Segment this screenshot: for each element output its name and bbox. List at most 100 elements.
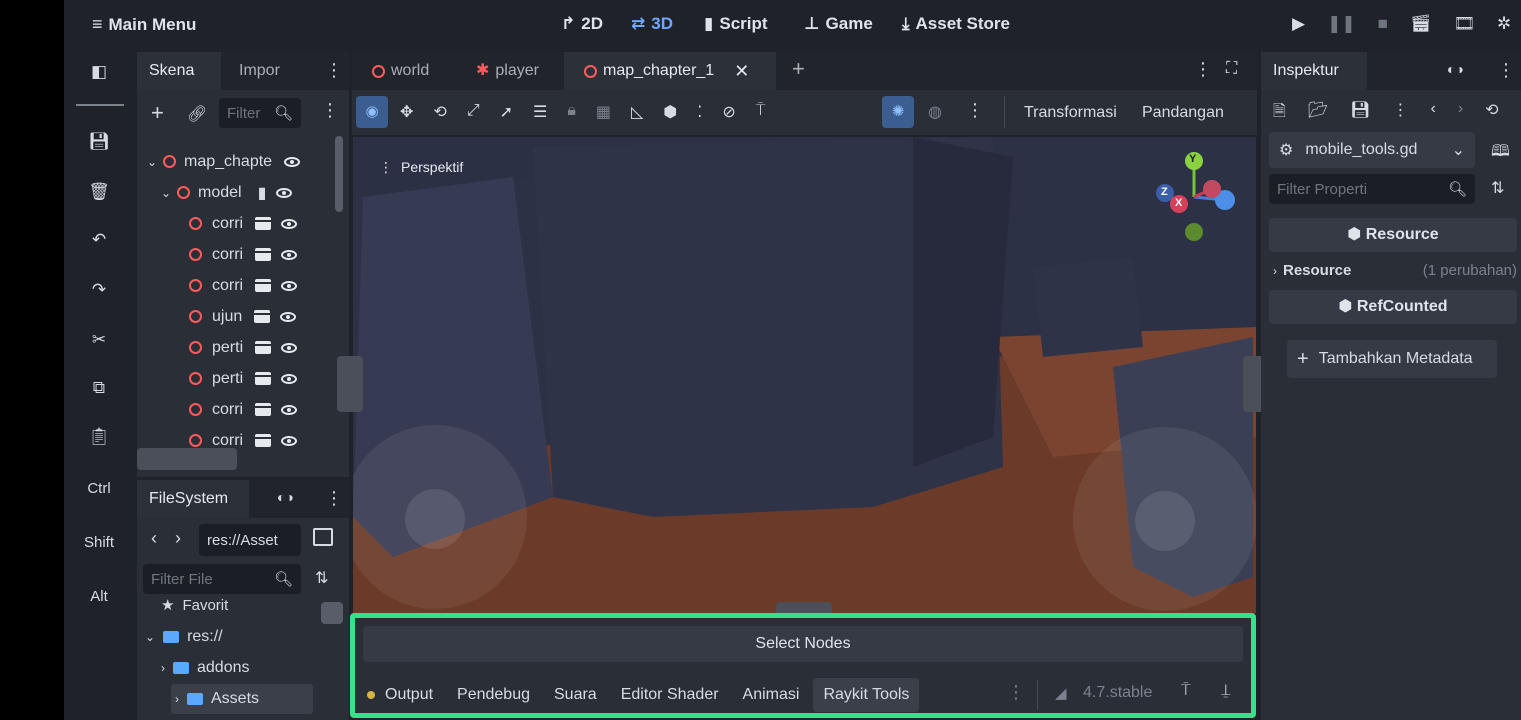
left-splitter-handle[interactable] [337,356,363,412]
ctrl-key[interactable]: Ctrl [64,480,134,497]
tree-row[interactable]: ujun [189,301,297,332]
shift-key[interactable]: Shift [64,534,134,551]
forward-icon[interactable]: › [175,528,181,549]
visibility-eye-icon[interactable] [281,218,298,229]
tab-filesystem[interactable]: FileSystem [137,480,249,518]
bottom-menu-icon[interactable]: ⋮ [1007,682,1025,703]
tabs-menu-icon[interactable]: ⋮ [1194,59,1212,80]
tab-map-chapter-1[interactable]: map_chapter_1 ✕ [564,52,776,90]
tab-shader-editor[interactable]: Editor Shader [621,686,719,704]
scene-menu-icon[interactable]: ⋮ [321,100,339,121]
perspective-menu[interactable]: ⋮ Perspektif [379,159,463,176]
lock-icon[interactable]: 🔒︎ [567,102,576,122]
new-resource-icon[interactable]: 🗎︎ [1273,100,1286,127]
visibility-eye-icon[interactable] [284,156,301,167]
instanced-scene-icon[interactable] [255,434,272,447]
select-mode-icon[interactable]: ◉ [356,96,388,128]
history-back-icon[interactable]: ‹ [1431,100,1436,127]
view-menu[interactable]: Pandangan [1142,104,1224,122]
tab-animation[interactable]: Animasi [743,686,800,704]
redo-icon[interactable]: ↷ [64,280,134,300]
open-folder-icon[interactable]: 📂︎ [1308,100,1328,127]
select-list-icon[interactable]: ➚ [500,102,513,122]
ruler-icon[interactable]: ◺ [631,102,643,122]
cut-icon[interactable]: ✂ [64,330,134,350]
move-icon[interactable]: ✥ [400,102,413,122]
instanced-scene-icon[interactable] [255,341,272,354]
close-icon[interactable]: ✕ [734,52,749,90]
delete-icon[interactable]: 🗑︎ [64,182,134,202]
pin-panel-icon[interactable]: ⍊ [1221,682,1231,700]
view-3d-button[interactable]: ⇄ 3D [631,14,673,34]
save-resource-icon[interactable]: 💾︎ [1350,100,1370,127]
tab-player[interactable]: ✱ player [464,52,551,90]
property-sort-icon[interactable]: ⇅ [1491,178,1504,198]
inspector-tab-menu-icon[interactable]: ⋮ [1497,60,1515,81]
new-tab-icon[interactable]: + [792,56,805,82]
sun-preview-icon[interactable]: ⊘ [722,102,735,122]
resource-menu-icon[interactable]: ⋮ [1393,100,1409,127]
pin-icon[interactable]: ⍑ [756,102,766,122]
transform-menu[interactable]: Transformasi [1024,104,1117,122]
play-icon[interactable]: ▶ [1292,14,1305,34]
tab-audio[interactable]: Suara [554,686,597,704]
tree-row[interactable]: ⌄ map_chapte [147,146,301,177]
instanced-scene-icon[interactable] [255,403,272,416]
split-view-icon[interactable] [313,528,333,546]
movie-maker-icon[interactable]: ✲ [1497,14,1511,34]
path-field[interactable]: res://Asset [199,524,301,556]
visibility-eye-icon[interactable] [281,280,298,291]
rotate-icon[interactable]: ⟲ [433,102,446,122]
visibility-eye-icon[interactable] [281,404,298,415]
instanced-scene-icon[interactable] [255,372,272,385]
view-script-button[interactable]: ▮ Script [704,14,768,34]
nav-arrows-icon[interactable]: ◐◑ [277,489,294,505]
environment-toggle-icon[interactable]: ✺ [882,96,914,128]
tab-debugger[interactable]: Pendebug [457,686,530,704]
scene-scrollbar[interactable] [335,136,343,212]
instanced-scene-icon[interactable] [254,310,271,323]
paste-icon[interactable]: 📋︎ [64,427,134,447]
alt-key[interactable]: Alt [64,588,134,605]
play-scene-icon[interactable]: 🎬︎ [1410,14,1432,34]
tree-row[interactable]: corri [189,208,298,239]
back-icon[interactable]: ‹ [151,528,157,549]
sort-icon[interactable]: ⇅ [315,568,328,588]
favorites-row[interactable]: ★ Favorit [161,596,228,615]
tree-row[interactable]: perti [189,363,298,394]
visibility-eye-icon[interactable] [280,311,297,322]
tab-world[interactable]: world [360,52,441,90]
snap-icon[interactable]: ⁚ [697,102,702,122]
scene-hscrollbar[interactable] [137,448,237,470]
instanced-scene-icon[interactable] [255,248,272,261]
fs-row-res[interactable]: ⌄ res:// [145,628,223,646]
link-icon[interactable]: 🔗︎ [187,104,207,124]
pause-icon[interactable]: ❚❚ [1327,14,1356,34]
visibility-eye-icon[interactable] [281,435,298,446]
refcounted-header-button[interactable]: ⬢ RefCounted [1269,290,1517,324]
scene-tab-menu-icon[interactable]: ⋮ [325,60,343,81]
tab-output[interactable]: Output [385,686,433,704]
visibility-eye-icon[interactable] [276,187,293,198]
main-menu-button[interactable]: ≡ Main Menu [92,14,196,35]
script-attached-icon[interactable]: ▮ [258,183,267,203]
select-nodes-button[interactable]: Select Nodes [363,626,1243,662]
fs-row-assets[interactable]: › Assets [171,684,313,714]
tree-row[interactable]: ⌄ model ▮ [161,177,293,208]
visibility-eye-icon[interactable] [281,342,298,353]
stop-icon[interactable]: ■ [1378,14,1388,34]
save-icon[interactable]: 💾︎ [64,132,134,152]
resource-header-button[interactable]: ⬢ Resource [1269,218,1517,252]
file-filter-input[interactable]: Filter File 🔍︎ [143,564,301,594]
tab-raykit-tools[interactable]: Raykit Tools [813,678,920,712]
docs-icon[interactable]: 🕮︎ [1491,140,1510,167]
ruler-list-icon[interactable]: ☰ [533,102,547,122]
copy-icon[interactable]: ⧉ [64,378,134,398]
history-icon[interactable]: ⟲ [1485,100,1498,127]
globe-icon[interactable]: ◍ [928,102,942,122]
scene-filter-input[interactable]: Filter 🔍︎ [219,98,301,128]
local-space-icon[interactable]: ⬢ [663,102,677,122]
toggle-panel-icon[interactable]: ◧ [64,62,134,82]
property-filter-input[interactable]: Filter Properti 🔍︎ [1269,174,1475,204]
add-node-icon[interactable]: + [151,100,164,126]
